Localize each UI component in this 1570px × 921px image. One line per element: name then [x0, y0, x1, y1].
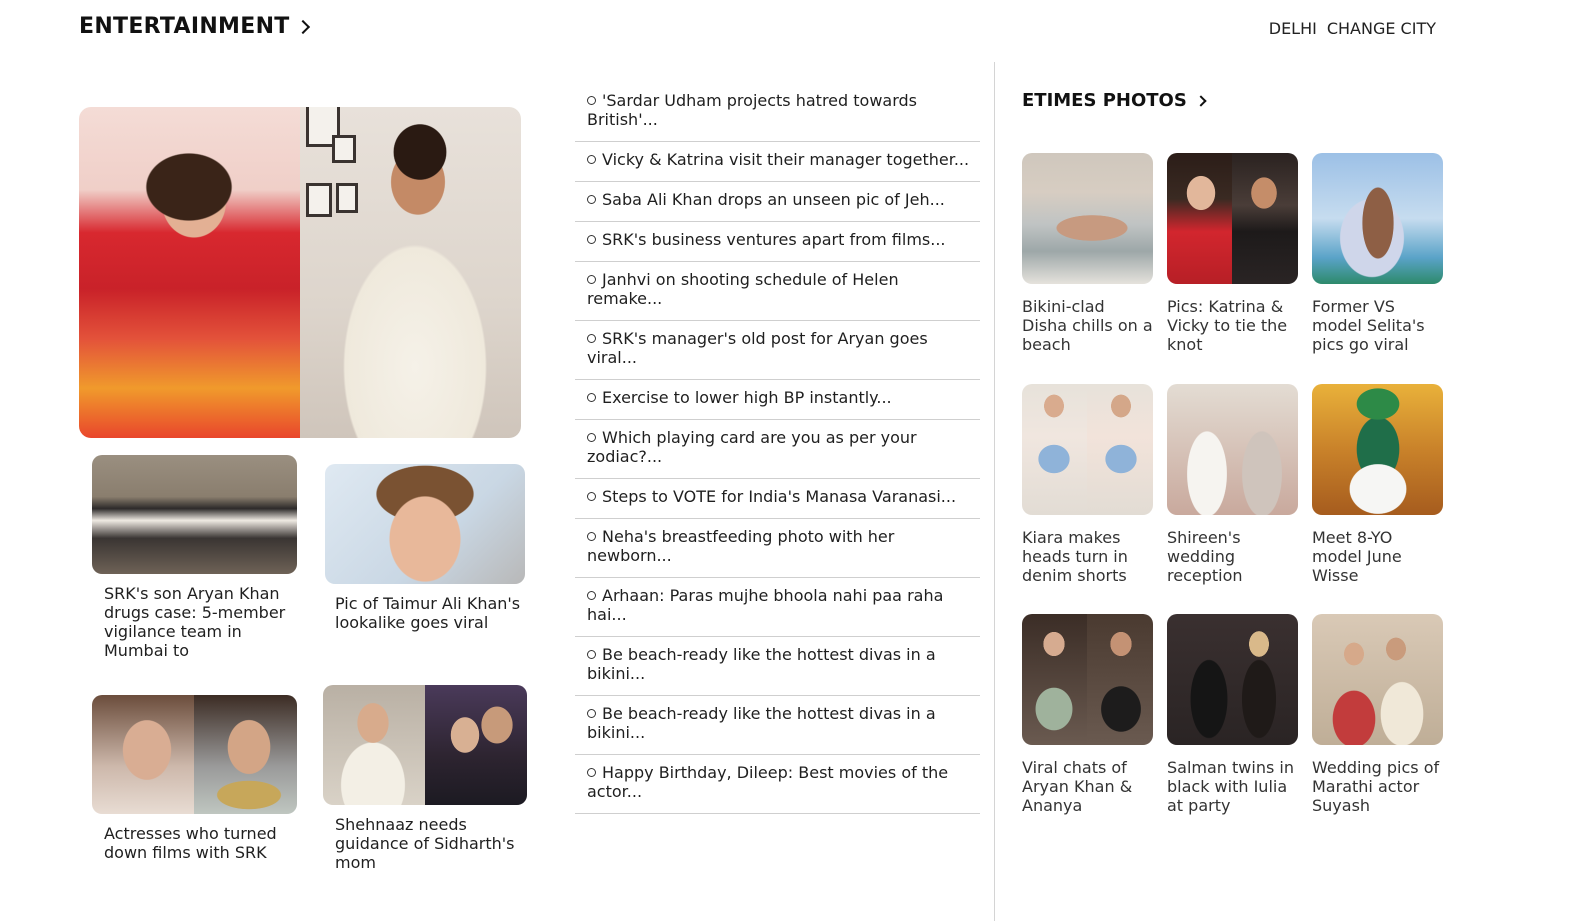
headline-link[interactable]: 'Sardar Udham projects hatred towards Br…: [575, 83, 980, 142]
bullet-icon: [587, 532, 596, 541]
headline-link[interactable]: SRK's manager's old post for Aryan goes …: [575, 321, 980, 380]
photo-caption: Viral chats of Aryan Khan & Ananya: [1022, 758, 1133, 815]
photo-card[interactable]: Pics: Katrina & Vicky to tie the knot: [1167, 153, 1298, 354]
news-card[interactable]: Shehnaaz needs guidance of Sidharth's mo…: [323, 685, 527, 872]
bullet-icon: [587, 96, 596, 105]
photo-thumbnail: [1167, 384, 1298, 515]
photo-thumbnail: [1312, 153, 1443, 284]
headline-link[interactable]: Be beach-ready like the hottest divas in…: [575, 696, 980, 755]
news-thumbnail: [323, 685, 527, 805]
photo-card[interactable]: Former VS model Selita's pics go viral: [1312, 153, 1443, 354]
etimes-photos-label: ETIMES PHOTOS: [1022, 90, 1187, 111]
news-thumbnail: [92, 695, 297, 814]
news-caption: Shehnaaz needs guidance of Sidharth's mo…: [335, 815, 515, 872]
photo-caption: Pics: Katrina & Vicky to tie the knot: [1167, 297, 1288, 354]
photo-caption: Kiara makes heads turn in denim shorts: [1022, 528, 1128, 585]
column-divider: [994, 62, 995, 921]
headline-link[interactable]: Happy Birthday, Dileep: Best movies of t…: [575, 755, 980, 814]
hero-image[interactable]: [79, 107, 521, 438]
change-city-link[interactable]: CHANGE CITY: [1327, 19, 1436, 38]
headline-list: 'Sardar Udham projects hatred towards Br…: [575, 83, 980, 814]
photo-card[interactable]: Shireen's wedding reception: [1167, 384, 1298, 585]
bullet-icon: [587, 155, 596, 164]
bullet-icon: [587, 492, 596, 501]
bullet-icon: [587, 433, 596, 442]
bullet-icon: [587, 195, 596, 204]
photo-card[interactable]: Bikini-clad Disha chills on a beach: [1022, 153, 1153, 354]
news-thumbnail: [92, 455, 297, 574]
photo-thumbnail: [1022, 614, 1153, 745]
photo-card[interactable]: Salman twins in black with Iulia at part…: [1167, 614, 1298, 815]
section-title-label: ENTERTAINMENT: [79, 14, 290, 39]
chevron-right-icon: [295, 19, 310, 34]
headline-link[interactable]: Exercise to lower high BP instantly...: [575, 380, 980, 420]
headline-link[interactable]: Neha's breastfeeding photo with her newb…: [575, 519, 980, 578]
photo-thumbnail: [1312, 614, 1443, 745]
photo-thumbnail: [1312, 384, 1443, 515]
news-caption: Actresses who turned down films with SRK: [104, 824, 277, 862]
etimes-photos-title[interactable]: ETIMES PHOTOS: [1022, 90, 1207, 111]
photo-card[interactable]: Kiara makes heads turn in denim shorts: [1022, 384, 1153, 585]
bullet-icon: [587, 591, 596, 600]
current-city[interactable]: DELHI: [1269, 19, 1317, 38]
bullet-icon: [587, 275, 596, 284]
photo-caption: Shireen's wedding reception: [1167, 528, 1243, 585]
section-title-entertainment[interactable]: ENTERTAINMENT: [79, 14, 310, 39]
photo-thumbnail: [1022, 384, 1153, 515]
bullet-icon: [587, 334, 596, 343]
bullet-icon: [587, 235, 596, 244]
photo-caption: Meet 8-YO model June Wisse: [1312, 528, 1402, 585]
bullet-icon: [587, 650, 596, 659]
bullet-icon: [587, 768, 596, 777]
photo-thumbnail: [1167, 153, 1298, 284]
bullet-icon: [587, 709, 596, 718]
news-thumbnail: [325, 464, 525, 584]
photo-card[interactable]: Meet 8-YO model June Wisse: [1312, 384, 1443, 585]
headline-link[interactable]: Steps to VOTE for India's Manasa Varanas…: [575, 479, 980, 519]
photo-caption: Bikini-clad Disha chills on a beach: [1022, 297, 1153, 354]
news-card[interactable]: Pic of Taimur Ali Khan's lookalike goes …: [325, 464, 525, 632]
photo-caption: Salman twins in black with Iulia at part…: [1167, 758, 1294, 815]
news-caption: SRK's son Aryan Khan drugs case: 5-membe…: [104, 584, 286, 660]
photo-thumbnail: [1167, 614, 1298, 745]
news-card[interactable]: SRK's son Aryan Khan drugs case: 5-membe…: [92, 455, 297, 660]
photo-caption: Former VS model Selita's pics go viral: [1312, 297, 1425, 354]
headline-link[interactable]: Vicky & Katrina visit their manager toge…: [575, 142, 980, 182]
news-caption: Pic of Taimur Ali Khan's lookalike goes …: [335, 594, 521, 632]
bullet-icon: [587, 393, 596, 402]
headline-link[interactable]: SRK's business ventures apart from films…: [575, 222, 980, 262]
photo-card[interactable]: Wedding pics of Marathi actor Suyash: [1312, 614, 1443, 815]
headline-link[interactable]: Saba Ali Khan drops an unseen pic of Jeh…: [575, 182, 980, 222]
chevron-right-icon: [1195, 94, 1207, 107]
photo-caption: Wedding pics of Marathi actor Suyash: [1312, 758, 1440, 815]
city-selector: DELHI CHANGE CITY: [1269, 19, 1436, 38]
news-card[interactable]: Actresses who turned down films with SRK: [92, 695, 297, 862]
hero-image-left: [79, 107, 300, 438]
headline-link[interactable]: Janhvi on shooting schedule of Helen rem…: [575, 262, 980, 321]
photo-card[interactable]: Viral chats of Aryan Khan & Ananya: [1022, 614, 1153, 815]
headline-link[interactable]: Which playing card are you as per your z…: [575, 420, 980, 479]
hero-image-right: [300, 107, 521, 438]
headline-link[interactable]: Arhaan: Paras mujhe bhoola nahi paa raha…: [575, 578, 980, 637]
headline-link[interactable]: Be beach-ready like the hottest divas in…: [575, 637, 980, 696]
photo-thumbnail: [1022, 153, 1153, 284]
